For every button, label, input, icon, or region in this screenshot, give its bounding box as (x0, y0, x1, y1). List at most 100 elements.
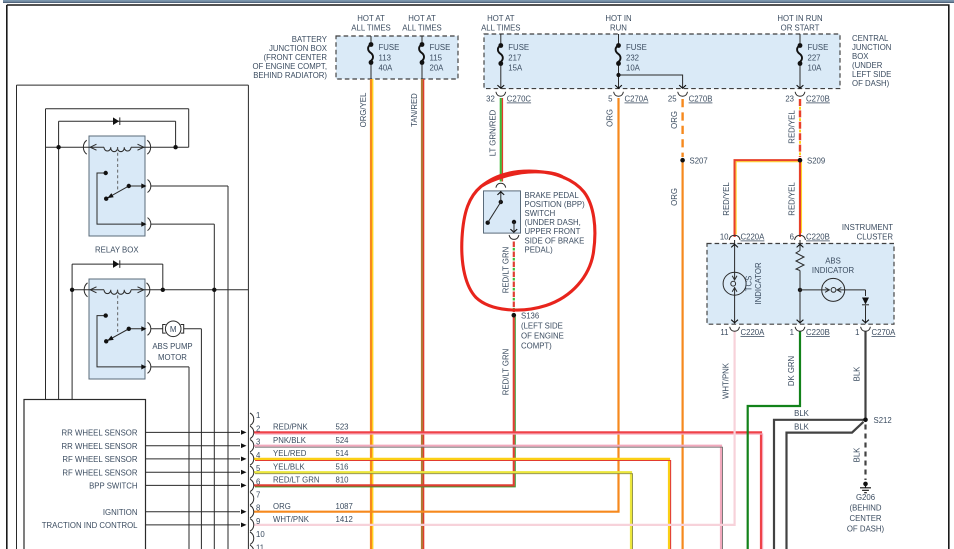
svg-text:RF WHEEL SENSOR: RF WHEEL SENSOR (62, 455, 137, 464)
svg-text:HOT IN RUN: HOT IN RUN (777, 14, 822, 23)
svg-text:11: 11 (720, 328, 728, 337)
svg-text:HOT AT: HOT AT (487, 14, 515, 23)
svg-text:113: 113 (379, 54, 391, 63)
svg-text:FUSE: FUSE (808, 43, 829, 52)
svg-text:32: 32 (486, 95, 495, 104)
svg-text:LT GRN/RED: LT GRN/RED (488, 109, 497, 156)
svg-text:6: 6 (256, 477, 260, 486)
svg-text:810: 810 (336, 476, 350, 485)
svg-text:OF ENGINE: OF ENGINE (521, 332, 564, 341)
svg-text:RUN: RUN (610, 23, 627, 32)
svg-text:7: 7 (256, 491, 260, 500)
svg-text:RED/LT GRN: RED/LT GRN (502, 247, 511, 294)
svg-text:OR START: OR START (781, 23, 820, 32)
svg-text:C220B: C220B (806, 328, 830, 337)
svg-text:BOX: BOX (852, 52, 869, 61)
svg-text:TCS: TCS (745, 276, 754, 292)
svg-text:RED/YEL: RED/YEL (787, 182, 796, 216)
svg-text:S136: S136 (521, 312, 539, 321)
svg-text:UPPER FRONT: UPPER FRONT (525, 227, 581, 236)
svg-text:TAN/RED: TAN/RED (410, 93, 419, 127)
svg-text:RF WHEEL SENSOR: RF WHEEL SENSOR (62, 468, 137, 477)
svg-text:ABS: ABS (825, 257, 841, 266)
svg-text:INDICATOR: INDICATOR (812, 266, 855, 275)
svg-text:10: 10 (720, 233, 729, 242)
svg-text:FUSE: FUSE (626, 43, 647, 52)
svg-text:RED/LT GRN: RED/LT GRN (273, 476, 320, 485)
svg-text:S207: S207 (690, 157, 708, 166)
svg-text:BLK: BLK (794, 423, 810, 432)
svg-text:RED/YEL: RED/YEL (722, 182, 731, 216)
svg-text:G206: G206 (856, 493, 875, 502)
svg-text:RELAY BOX: RELAY BOX (95, 246, 139, 255)
svg-text:RED/PNK: RED/PNK (273, 423, 308, 432)
svg-text:ALL TIMES: ALL TIMES (351, 23, 390, 32)
svg-text:RED/LT GRN: RED/LT GRN (502, 349, 511, 396)
svg-text:5: 5 (256, 464, 261, 473)
svg-text:232: 232 (626, 54, 639, 63)
svg-text:RR WHEEL SENSOR: RR WHEEL SENSOR (62, 442, 138, 451)
svg-text:516: 516 (336, 462, 349, 471)
svg-text:524: 524 (336, 436, 350, 445)
svg-text:BLK: BLK (853, 366, 862, 382)
svg-text:ALL TIMES: ALL TIMES (481, 23, 520, 32)
svg-text:COMPT): COMPT) (521, 342, 552, 351)
svg-text:C220A: C220A (741, 328, 766, 337)
svg-text:CLUSTER: CLUSTER (857, 233, 894, 242)
svg-text:514: 514 (336, 449, 350, 458)
svg-text:C270B: C270B (689, 95, 713, 104)
svg-text:1: 1 (855, 328, 859, 337)
svg-text:FUSE: FUSE (430, 43, 451, 52)
svg-text:(LEFT SIDE: (LEFT SIDE (521, 322, 563, 331)
svg-text:HOT AT: HOT AT (408, 14, 436, 23)
svg-text:10: 10 (256, 530, 265, 539)
svg-text:RR WHEEL SENSOR: RR WHEEL SENSOR (62, 429, 138, 438)
svg-text:FUSE: FUSE (379, 43, 400, 52)
svg-text:SWITCH: SWITCH (525, 209, 556, 218)
svg-text:WHT/PNK: WHT/PNK (273, 515, 310, 524)
svg-text:C270B: C270B (806, 95, 830, 104)
svg-text:(UNDER: (UNDER (852, 61, 883, 70)
svg-text:(UNDER DASH,: (UNDER DASH, (525, 218, 581, 227)
svg-text:BPP SWITCH: BPP SWITCH (89, 482, 137, 491)
svg-text:OF DASH): OF DASH) (847, 525, 885, 534)
svg-text:C270C: C270C (507, 95, 532, 104)
svg-text:25: 25 (668, 95, 677, 104)
svg-text:5: 5 (608, 95, 613, 104)
svg-text:1: 1 (256, 411, 260, 420)
svg-text:15A: 15A (508, 64, 523, 73)
svg-text:1412: 1412 (336, 515, 353, 524)
svg-text:JUNCTION BOX: JUNCTION BOX (269, 44, 328, 53)
svg-text:BLK: BLK (853, 447, 862, 463)
svg-text:11: 11 (256, 543, 264, 549)
svg-text:SIDE OF BRAKE: SIDE OF BRAKE (525, 236, 585, 245)
svg-text:115: 115 (430, 54, 443, 63)
svg-text:ORG: ORG (606, 109, 615, 127)
svg-text:CENTER: CENTER (849, 514, 881, 523)
svg-text:40A: 40A (379, 64, 394, 73)
svg-text:IGNITION: IGNITION (103, 508, 138, 517)
svg-text:RED/YEL: RED/YEL (787, 110, 796, 144)
svg-text:8: 8 (256, 504, 260, 513)
svg-text:C270A: C270A (872, 328, 897, 337)
svg-text:6: 6 (790, 233, 794, 242)
svg-text:BLK: BLK (794, 409, 810, 418)
svg-text:DK GRN: DK GRN (787, 356, 796, 386)
svg-text:PEDAL): PEDAL) (525, 245, 554, 254)
svg-text:TRACTION IND CONTROL: TRACTION IND CONTROL (42, 521, 138, 530)
svg-text:2: 2 (256, 424, 260, 433)
svg-text:227: 227 (808, 54, 821, 63)
svg-text:10A: 10A (626, 64, 641, 73)
svg-text:JUNCTION: JUNCTION (852, 43, 891, 52)
svg-text:9: 9 (256, 517, 260, 526)
svg-text:INSTRUMENT: INSTRUMENT (842, 223, 893, 232)
svg-text:MOTOR: MOTOR (158, 353, 187, 362)
svg-text:ORG: ORG (670, 188, 679, 206)
svg-text:PNK/BLK: PNK/BLK (273, 436, 307, 445)
svg-text:1087: 1087 (336, 502, 353, 511)
svg-text:(BEHIND: (BEHIND (849, 504, 881, 513)
svg-text:C220A: C220A (741, 233, 766, 242)
svg-text:HOT IN: HOT IN (605, 14, 631, 23)
svg-text:3: 3 (256, 438, 260, 447)
svg-text:ALL TIMES: ALL TIMES (402, 23, 441, 32)
